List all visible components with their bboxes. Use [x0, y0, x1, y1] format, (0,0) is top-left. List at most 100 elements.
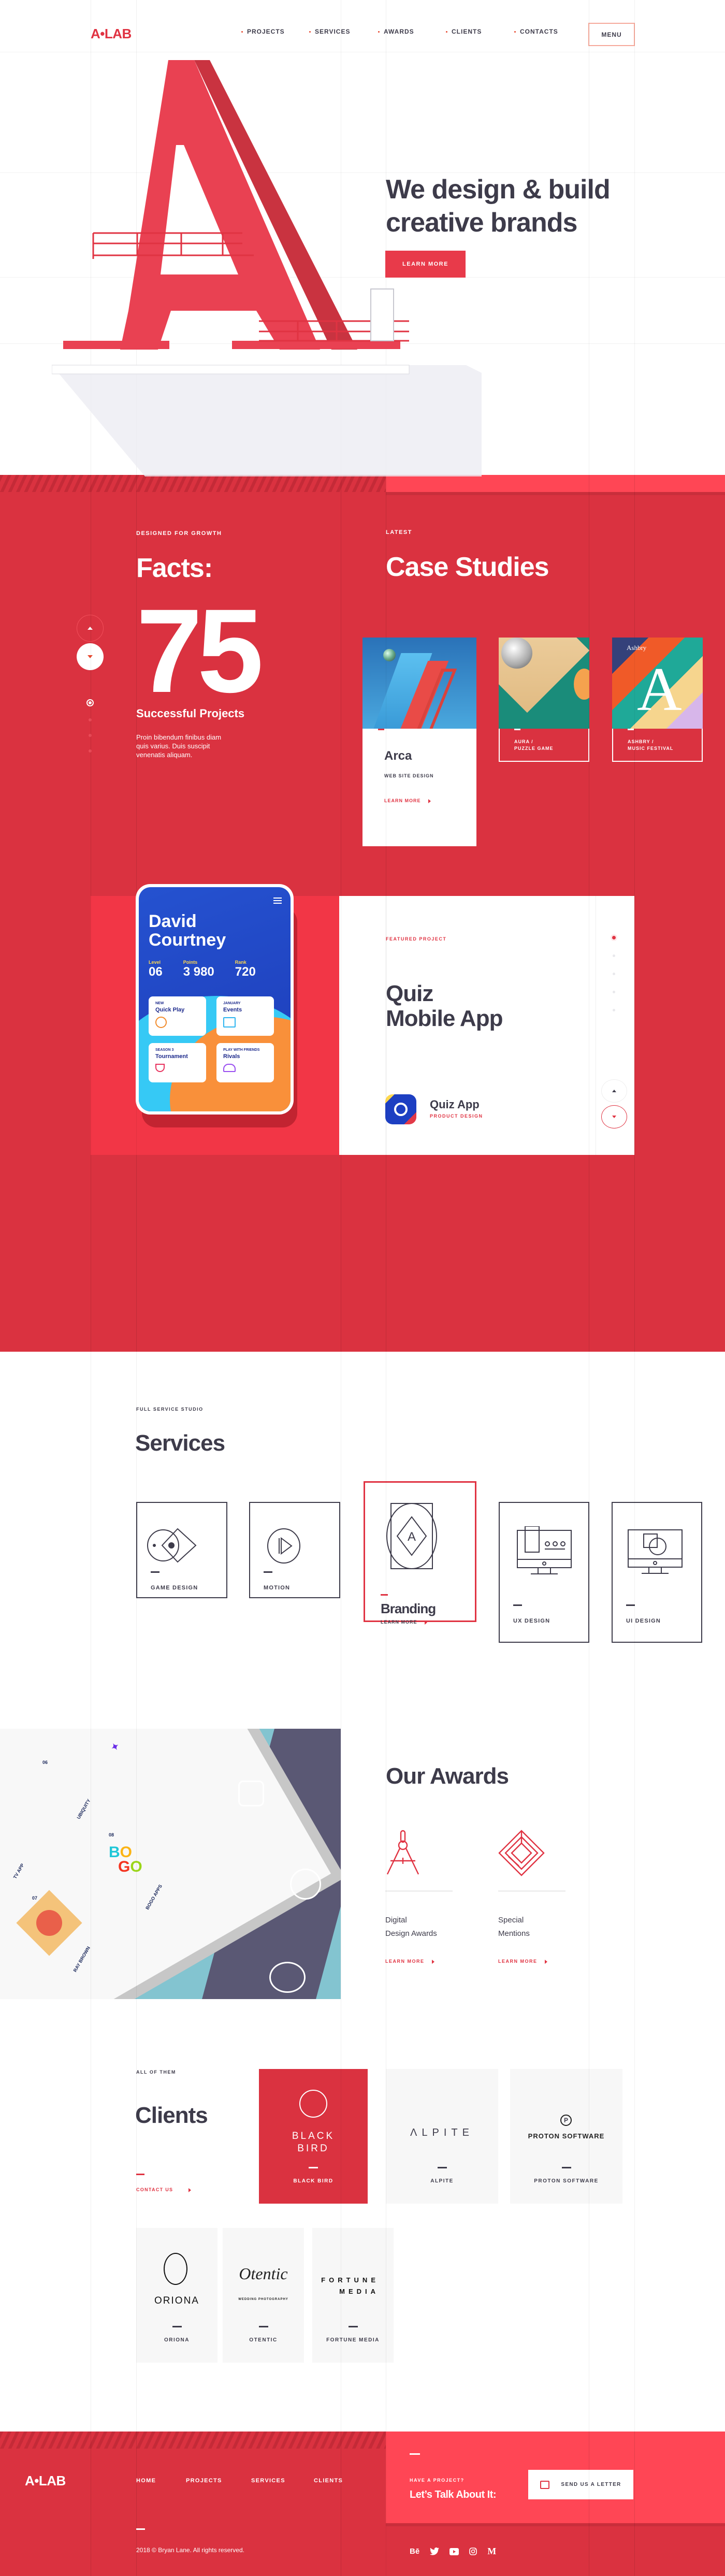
pager-dot[interactable]	[613, 1009, 615, 1011]
behance-icon[interactable]: Bē	[410, 2547, 419, 2556]
hamburger-icon[interactable]	[273, 898, 282, 899]
nav-item-awards[interactable]: AWARDS	[378, 28, 446, 35]
nav-item-projects[interactable]: PROJECTS	[241, 28, 309, 35]
game-design-icon	[147, 1528, 197, 1563]
nav-label: CLIENTS	[452, 28, 482, 35]
footer-nav-projects[interactable]: PROJECTS	[186, 2478, 222, 2484]
client-card-proton[interactable]: P PROTON SOFTWARE PROTON SOFTWARE	[510, 2069, 622, 2204]
client-logo-line: BLACK	[292, 2131, 335, 2141]
facts-number: 75	[136, 584, 264, 717]
nav-item-clients[interactable]: CLIENTS	[446, 28, 514, 35]
twitter-icon[interactable]	[430, 2548, 440, 2555]
pager-dot[interactable]	[613, 954, 615, 957]
service-label: MOTION	[264, 1585, 291, 1591]
social-links: Bē M	[410, 2546, 496, 2557]
hero-learn-more-button[interactable]: LEARN MORE	[385, 251, 466, 278]
platform	[52, 365, 410, 374]
client-card-black-bird[interactable]: BLACK BIRD BLACK BIRD	[259, 2069, 368, 2204]
compass-icon	[386, 1830, 419, 1875]
nav-item-services[interactable]: SERVICES	[309, 28, 378, 35]
service-card-motion[interactable]: MOTION	[249, 1502, 340, 1598]
tile-title: Events	[223, 1007, 242, 1013]
proton-logo-icon: P	[560, 2115, 572, 2126]
send-letter-button[interactable]: SEND US A LETTER	[528, 2470, 633, 2499]
service-card-ui-design[interactable]: UI DESIGN	[612, 1502, 702, 1643]
instagram-icon[interactable]	[469, 2548, 477, 2555]
award-learn-more-link[interactable]: LEARN MORE	[498, 1959, 547, 1964]
case-title-line: MUSIC FESTIVAL	[628, 746, 674, 751]
stripe-band	[0, 475, 386, 492]
client-name: ALPITE	[430, 2178, 454, 2184]
oriona-logo-icon	[164, 2253, 187, 2285]
facts-next-button[interactable]	[77, 643, 104, 670]
case-card-ashbry[interactable]: Ashbry A ASHBRY / MUSIC FESTIVAL	[612, 638, 703, 762]
pager-dot[interactable]	[89, 734, 92, 737]
tile-tournament[interactable]: SEASON 3 Tournament	[149, 1043, 206, 1082]
maze-diamond-icon	[498, 1830, 545, 1876]
tile-quick-play[interactable]: NEW Quick Play	[149, 996, 206, 1036]
footer-nav-services[interactable]: SERVICES	[251, 2478, 285, 2484]
award-learn-more-link[interactable]: LEARN MORE	[385, 1959, 434, 1964]
shadow	[52, 365, 482, 476]
youtube-icon[interactable]	[450, 2548, 459, 2555]
facts-prev-button[interactable]	[77, 615, 104, 642]
pager-dot[interactable]	[89, 718, 92, 721]
footer-nav-clients[interactable]: CLIENTS	[314, 2478, 343, 2484]
hero-title-line: We design & build	[386, 175, 611, 205]
client-logo: BLACK BIRD	[259, 2130, 368, 2155]
award-title: Digital Design Awards	[385, 1914, 437, 1941]
client-card-fortune-media[interactable]: FORTUNE MEDIA FORTUNE MEDIA	[312, 2228, 394, 2363]
medium-icon[interactable]: M	[487, 2546, 496, 2557]
site-footer: A•LAB HOME PROJECTS SERVICES CLIENTS 201…	[0, 2432, 725, 2576]
client-name: PROTON SOFTWARE	[534, 2178, 599, 2184]
logo[interactable]: A•LAB	[91, 26, 132, 42]
link-label: LEARN MORE	[381, 1619, 417, 1625]
award-title-line: Digital	[385, 1916, 407, 1924]
client-logo: FORTUNE MEDIA	[321, 2275, 379, 2297]
case-image: Ashbry A	[612, 638, 703, 729]
accent-bar	[386, 475, 725, 492]
bogo-letter: G	[118, 1858, 130, 1875]
featured-next-button[interactable]	[601, 1105, 627, 1128]
case-card-aura[interactable]: AURA / PUZZLE GAME	[499, 638, 589, 762]
menu-button[interactable]: MENU	[588, 23, 635, 46]
arrow-up-icon	[612, 1090, 616, 1092]
contact-us-link[interactable]: CONTACT US	[136, 2187, 192, 2192]
pager-dot[interactable]	[89, 749, 92, 752]
client-card-oriona[interactable]: ORIONA ORIONA	[136, 2228, 218, 2363]
service-card-game-design[interactable]: GAME DESIGN	[136, 1502, 227, 1598]
footer-dash	[136, 2528, 145, 2530]
service-card-ux-design[interactable]: UX DESIGN	[499, 1502, 589, 1643]
tile-events[interactable]: JANUARY Events	[216, 996, 274, 1036]
client-logo: PROTON SOFTWARE	[528, 2132, 605, 2140]
service-card-branding[interactable]: A Branding LEARN MORE	[364, 1481, 476, 1625]
arrow-down-icon	[88, 655, 93, 658]
bullet-icon	[446, 31, 447, 33]
footer-nav-home[interactable]: HOME	[136, 2478, 156, 2484]
branding-learn-more-link[interactable]: LEARN MORE	[381, 1619, 427, 1625]
case-learn-more-link[interactable]: LEARN MORE	[384, 798, 431, 803]
tile-rivals[interactable]: PLAY WITH FRIENDS Rivals	[216, 1043, 274, 1082]
facts-description: Proin bibendum finibus diam quis varius.…	[136, 733, 222, 759]
pager-dot[interactable]	[613, 991, 615, 993]
accent-bar-shadow	[386, 492, 725, 495]
pager-dot-active[interactable]	[86, 699, 94, 706]
arrow-down-icon	[612, 1116, 616, 1118]
cta-panel-shadow	[386, 2523, 725, 2526]
link-label: LEARN MORE	[385, 1959, 425, 1964]
pager-dot[interactable]	[613, 973, 615, 975]
featured-prev-button[interactable]	[601, 1079, 627, 1103]
client-card-otentic[interactable]: Otentic WEDDING PHOTOGRAPHY OTENTIC	[223, 2228, 304, 2363]
footer-logo[interactable]: A•LAB	[25, 2473, 66, 2489]
clients-title: Clients	[135, 2103, 208, 2128]
stat-value: 06	[149, 965, 163, 979]
client-name: OTENTIC	[249, 2337, 278, 2343]
pager-dot-active[interactable]	[612, 936, 616, 939]
quiz-app-icon	[385, 1094, 416, 1124]
nav-item-contacts[interactable]: CONTACTS	[514, 28, 558, 35]
award-divider	[498, 1890, 566, 1892]
showcase-label: 06	[42, 1760, 48, 1765]
client-card-alpite[interactable]: ΛLPITE ALPITE	[386, 2069, 498, 2204]
chevron-right-icon	[189, 2188, 192, 2192]
case-card-arca[interactable]: Arca WEB SITE DESIGN LEARN MORE	[363, 638, 476, 846]
